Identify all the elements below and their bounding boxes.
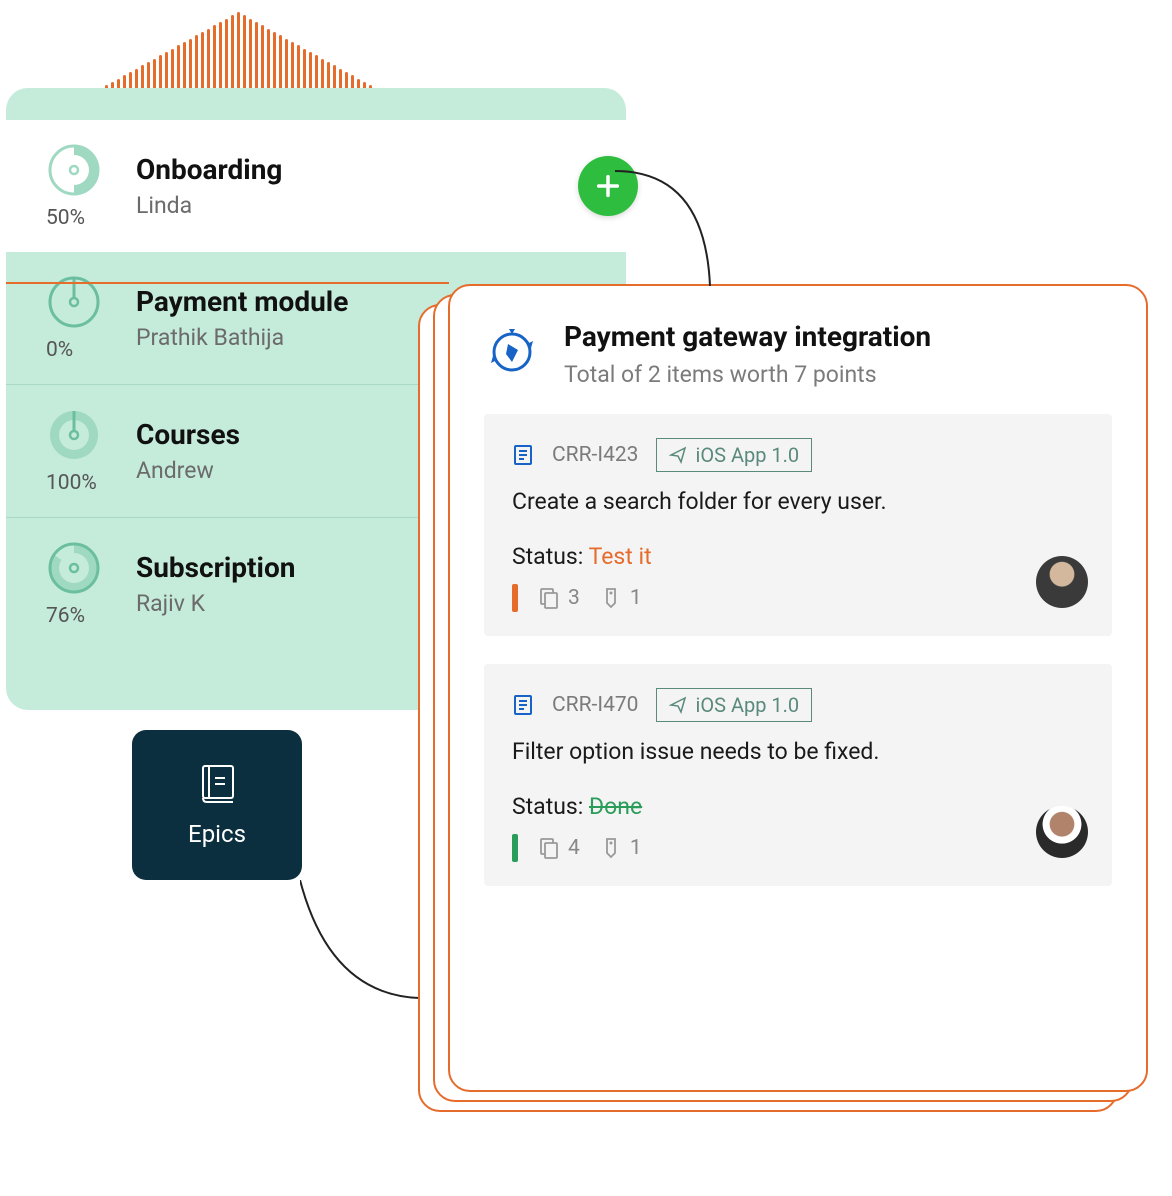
epic-info: Subscription Rajiv K — [136, 551, 295, 617]
status-line: Status: Test it — [512, 543, 1084, 570]
epic-title: Courses — [136, 418, 240, 451]
item-top: CRR-I423 iOS App 1.0 — [512, 438, 1084, 472]
assignee-avatar[interactable] — [1036, 556, 1088, 608]
epic-owner: Andrew — [136, 457, 240, 484]
book-icon — [195, 762, 239, 806]
epics-badge: Epics — [132, 730, 302, 880]
count-b: 1 — [630, 836, 642, 860]
epics-label-text: Epics — [188, 820, 246, 848]
count-a: 3 — [568, 586, 580, 610]
detail-subtitle: Total of 2 items worth 7 points — [564, 361, 931, 388]
tag-icon — [600, 836, 622, 860]
count-a: 4 — [568, 836, 580, 860]
epic-title: Subscription — [136, 551, 295, 584]
progress-pct: 100% — [46, 471, 97, 495]
stack-icon — [538, 836, 560, 860]
tag-icon — [600, 586, 622, 610]
status-label: Status: — [512, 793, 589, 820]
work-item-card[interactable]: CRR-I423 iOS App 1.0 Create a search fol… — [484, 414, 1112, 636]
item-id: CRR-I470 — [552, 693, 638, 717]
epic-info: Onboarding Linda — [136, 153, 282, 219]
status-value: Done — [589, 793, 642, 820]
stack-icon — [538, 586, 560, 610]
orange-divider — [6, 282, 449, 284]
item-description: Create a search folder for every user. — [512, 488, 1084, 515]
progress-pct: 0% — [46, 338, 73, 362]
meta-attachments: 3 — [538, 586, 580, 610]
release-tag[interactable]: iOS App 1.0 — [656, 688, 812, 722]
epic-owner: Linda — [136, 192, 282, 219]
detail-header: Payment gateway integration Total of 2 i… — [484, 320, 1112, 388]
item-description: Filter option issue needs to be fixed. — [512, 738, 1084, 765]
epic-owner: Prathik Bathija — [136, 324, 348, 351]
release-label: iOS App 1.0 — [695, 693, 799, 717]
release-label: iOS App 1.0 — [695, 443, 799, 467]
epic-row-onboarding[interactable]: 50% Onboarding Linda — [6, 120, 626, 252]
item-top: CRR-I470 iOS App 1.0 — [512, 688, 1084, 722]
detail-card: Payment gateway integration Total of 2 i… — [448, 284, 1148, 1092]
status-label: Status: — [512, 543, 589, 570]
epic-title: Payment module — [136, 285, 348, 318]
assignee-avatar[interactable] — [1036, 806, 1088, 858]
progress-col: 76% — [46, 540, 136, 628]
progress-circle-icon — [46, 540, 102, 596]
send-icon — [669, 696, 687, 714]
progress-col: 0% — [46, 274, 136, 362]
document-icon — [512, 694, 534, 716]
document-icon — [512, 444, 534, 466]
progress-pct: 50% — [46, 206, 85, 230]
progress-col: 50% — [46, 142, 136, 230]
epic-info: Payment module Prathik Bathija — [136, 285, 348, 351]
item-footer: 3 1 — [512, 584, 1084, 612]
meta-attachments: 4 — [538, 836, 580, 860]
status-line: Status: Done — [512, 793, 1084, 820]
work-item-card[interactable]: CRR-I470 iOS App 1.0 Filter option issue… — [484, 664, 1112, 886]
epic-owner: Rajiv K — [136, 590, 295, 617]
count-b: 1 — [630, 586, 642, 610]
progress-circle-icon — [46, 142, 102, 198]
progress-col: 100% — [46, 407, 136, 495]
detail-title: Payment gateway integration — [564, 320, 931, 353]
epic-info: Courses Andrew — [136, 418, 240, 484]
meta-tags: 1 — [600, 586, 642, 610]
meta-tags: 1 — [600, 836, 642, 860]
connector-curve — [300, 880, 420, 1000]
sprint-icon — [484, 324, 540, 380]
item-id: CRR-I423 — [552, 443, 638, 467]
release-tag[interactable]: iOS App 1.0 — [656, 438, 812, 472]
send-icon — [669, 446, 687, 464]
item-footer: 4 1 — [512, 834, 1084, 862]
epic-title: Onboarding — [136, 153, 282, 186]
progress-pct: 76% — [46, 604, 85, 628]
priority-indicator — [512, 584, 518, 612]
decorative-bars — [60, 0, 410, 100]
connector-curve — [615, 166, 735, 291]
progress-circle-icon — [46, 407, 102, 463]
priority-indicator — [512, 834, 518, 862]
status-value: Test it — [589, 543, 652, 570]
